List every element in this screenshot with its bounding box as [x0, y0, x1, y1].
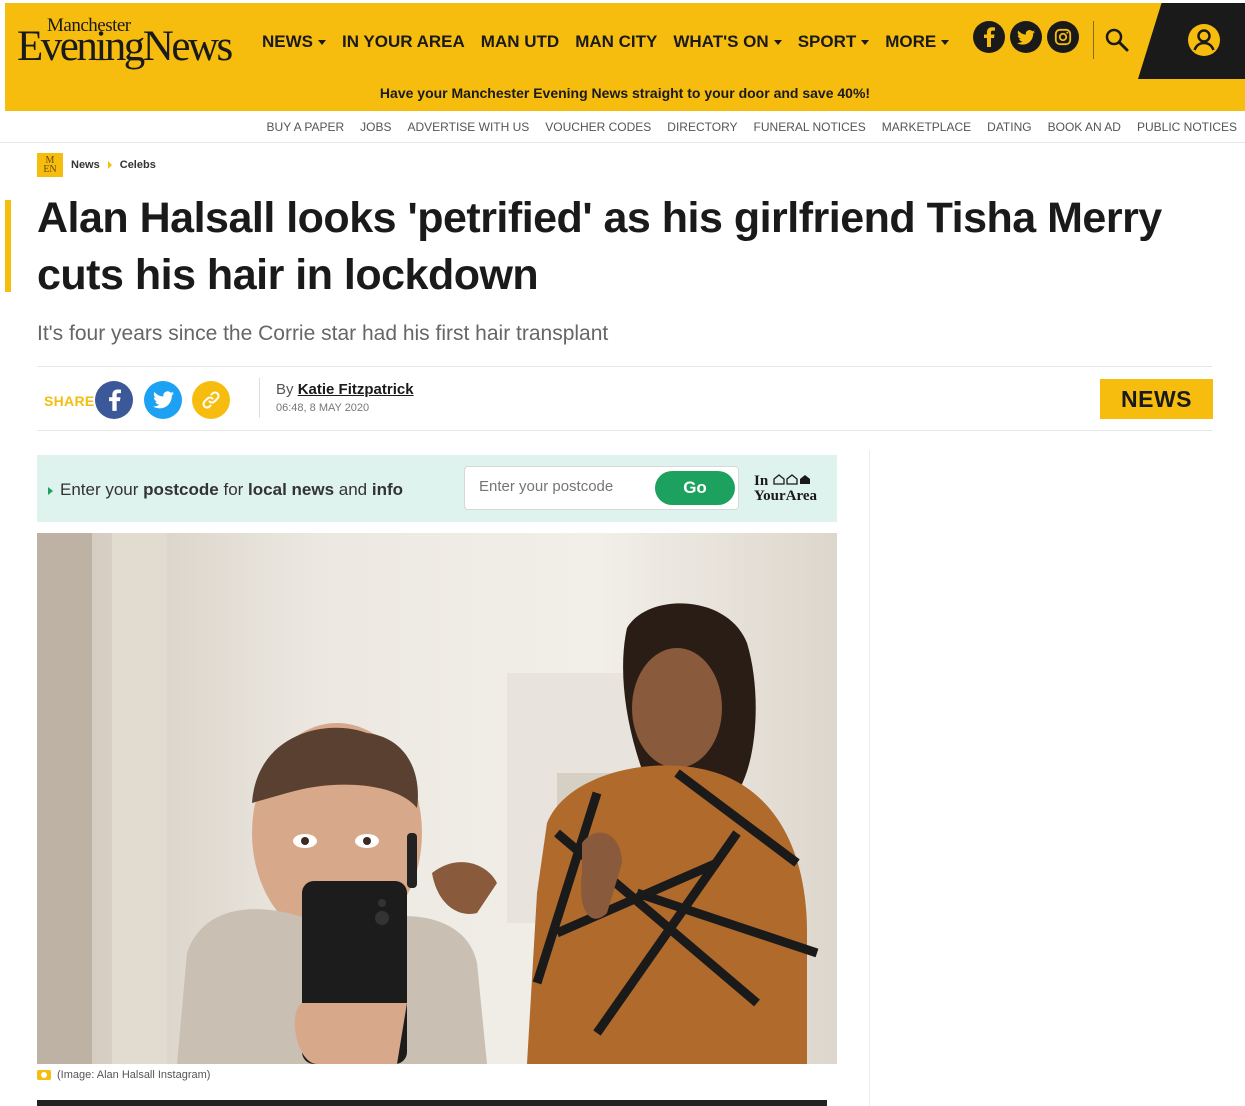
subnav-link-dating[interactable]: DATING	[987, 120, 1031, 134]
twitter-icon[interactable]	[1010, 21, 1042, 53]
section-tag-news[interactable]: NEWS	[1100, 379, 1213, 419]
postcode-text-5: and	[338, 480, 368, 499]
main-nav: NEWS IN YOUR AREA MAN UTD MAN CITY WHAT'S ON…	[262, 30, 965, 54]
secondary-nav-links: BUY A PAPER JOBS ADVERTISE WITH US VOUCHER …	[267, 120, 1237, 134]
nav-item-label: NEWS	[262, 32, 313, 51]
subnav-link-public-notices[interactable]: PUBLIC NOTICES	[1137, 120, 1237, 134]
houses-icon	[773, 474, 810, 485]
breadcrumb-chevron-icon	[107, 161, 112, 169]
share-label: SHARE	[44, 393, 95, 409]
copy-link-button[interactable]	[192, 381, 230, 419]
nav-item-label: MORE	[885, 32, 937, 51]
nav-item-more[interactable]: MORE	[885, 30, 950, 54]
camera-icon	[37, 1070, 51, 1080]
header-divider	[1093, 21, 1094, 59]
caption-text: (Image: Alan Halsall Instagram)	[57, 1069, 211, 1081]
postcode-text-2: postcode	[143, 480, 219, 499]
men-badge-icon[interactable]: M EN	[37, 153, 63, 177]
next-media-strip	[37, 1100, 827, 1106]
nav-item-label: MAN UTD	[480, 32, 560, 51]
nav-item-what-s-on[interactable]: WHAT'S ON	[673, 30, 782, 54]
meta-divider-top	[37, 366, 1212, 367]
subnav-link-funeral-notices[interactable]: FUNERAL NOTICES	[754, 120, 866, 134]
nav-item-in-your-area[interactable]: IN YOUR AREA	[342, 30, 465, 54]
meta-vertical-divider	[259, 378, 260, 418]
caret-down-icon	[318, 39, 326, 45]
nav-item-sport[interactable]: SPORT	[798, 30, 870, 54]
headline-accent-bar	[5, 200, 11, 292]
facebook-icon[interactable]	[973, 21, 1005, 53]
byline-prefix: By	[276, 381, 294, 398]
caret-down-icon	[773, 39, 782, 45]
subnav-link-voucher-codes[interactable]: VOUCHER CODES	[545, 120, 651, 134]
article-byline: By Katie Fitzpatrick	[276, 381, 414, 398]
nav-item-label: WHAT'S ON	[673, 32, 769, 51]
article-timestamp: 06:48, 8 MAY 2020	[276, 402, 370, 414]
account-icon[interactable]	[1185, 21, 1223, 59]
iya-logo-line1: In	[754, 473, 769, 489]
search-icon[interactable]	[1104, 27, 1130, 53]
logo-big-text: EveningNews	[17, 23, 233, 70]
postcode-go-button[interactable]: Go	[655, 471, 735, 505]
postcode-prompt: Enter your postcode for local news and i…	[48, 480, 403, 500]
breadcrumb-celebs[interactable]: Celebs	[120, 159, 156, 171]
postcode-input[interactable]	[479, 478, 649, 495]
social-links	[973, 21, 1079, 53]
postcode-text-6: info	[371, 480, 404, 499]
in-your-area-logo[interactable]: In YourArea	[754, 473, 817, 504]
site-logo[interactable]: Manchester EveningNews	[17, 13, 237, 73]
subnav-link-directory[interactable]: DIRECTORY	[667, 120, 737, 134]
subnav-link-book-an-ad[interactable]: BOOK AN AD	[1048, 120, 1121, 134]
postcode-text-4: local news	[248, 480, 335, 499]
subnav-link-jobs[interactable]: JOBS	[360, 120, 391, 134]
meta-divider-bottom	[37, 430, 1212, 431]
article-headline: Alan Halsall looks 'petrified' as his gi…	[37, 194, 1162, 299]
nav-item-label: IN YOUR AREA	[342, 32, 465, 51]
iya-logo-line2: YourArea	[754, 488, 818, 504]
arrow-right-icon	[48, 486, 53, 495]
article-hero-image[interactable]	[37, 533, 837, 1064]
share-twitter-button[interactable]	[144, 381, 182, 419]
share-facebook-button[interactable]	[95, 381, 133, 419]
subnav-link-advertise-with-us[interactable]: ADVERTISE WITH US	[407, 120, 529, 134]
subnav-link-buy-a-paper[interactable]: BUY A PAPER	[267, 120, 345, 134]
postcode-text-1: Enter your	[60, 480, 139, 499]
nav-item-man-city[interactable]: MAN CITY	[575, 30, 657, 54]
nav-item-label: MAN CITY	[575, 32, 658, 51]
nav-item-news[interactable]: NEWS	[262, 30, 326, 54]
caret-down-icon	[861, 39, 870, 45]
breadcrumb: M EN News Celebs	[37, 153, 156, 177]
sidebar-divider	[869, 450, 870, 1106]
subnav-link-marketplace[interactable]: MARKETPLACE	[882, 120, 971, 134]
breadcrumb-news[interactable]: News	[71, 159, 100, 171]
caret-down-icon	[941, 39, 950, 45]
article-standfirst: It's four years since the Corrie star ha…	[37, 322, 609, 345]
author-link[interactable]: Katie Fitzpatrick	[298, 381, 414, 398]
postcode-widget: Enter your postcode for local news and i…	[37, 455, 837, 522]
secondary-nav: BUY A PAPER JOBS ADVERTISE WITH US VOUCHER …	[0, 111, 1245, 143]
nav-item-label: SPORT	[797, 32, 857, 51]
subscription-promo[interactable]: Have your Manchester Evening News straig…	[5, 85, 1245, 101]
image-caption: (Image: Alan Halsall Instagram)	[37, 1069, 210, 1081]
postcode-text-3: for	[223, 480, 244, 499]
nav-item-man-utd[interactable]: MAN UTD	[481, 30, 559, 54]
instagram-icon[interactable]	[1047, 21, 1079, 53]
site-header: Manchester EveningNews NEWS IN YOUR AREA M…	[5, 3, 1245, 111]
